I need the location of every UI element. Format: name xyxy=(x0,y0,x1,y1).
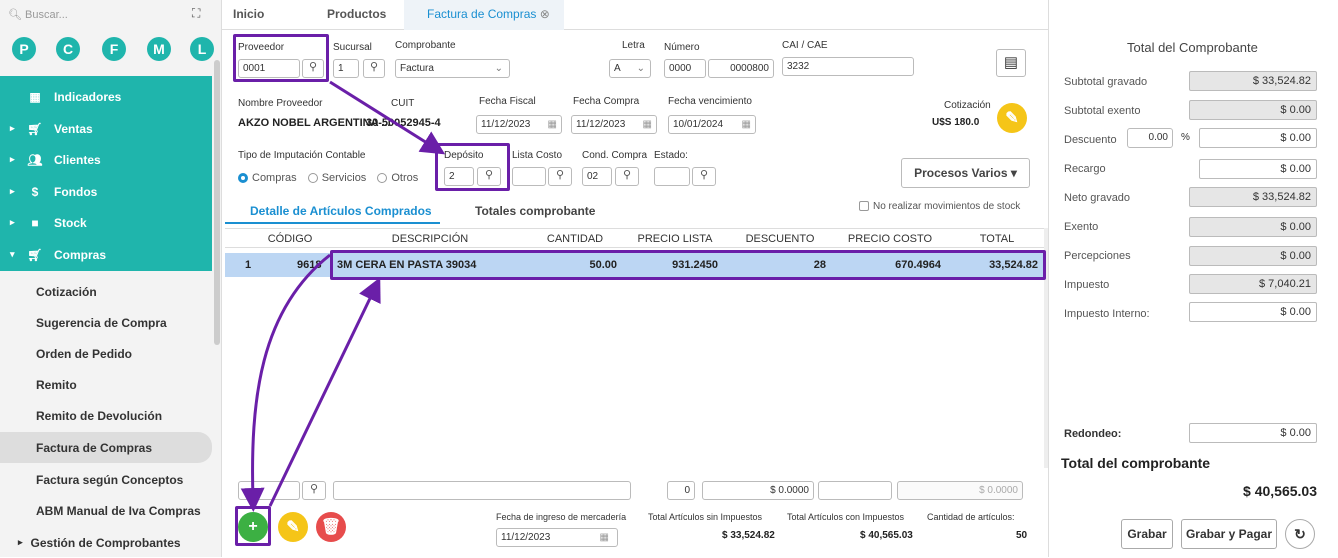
annotation-arrows xyxy=(240,80,446,512)
